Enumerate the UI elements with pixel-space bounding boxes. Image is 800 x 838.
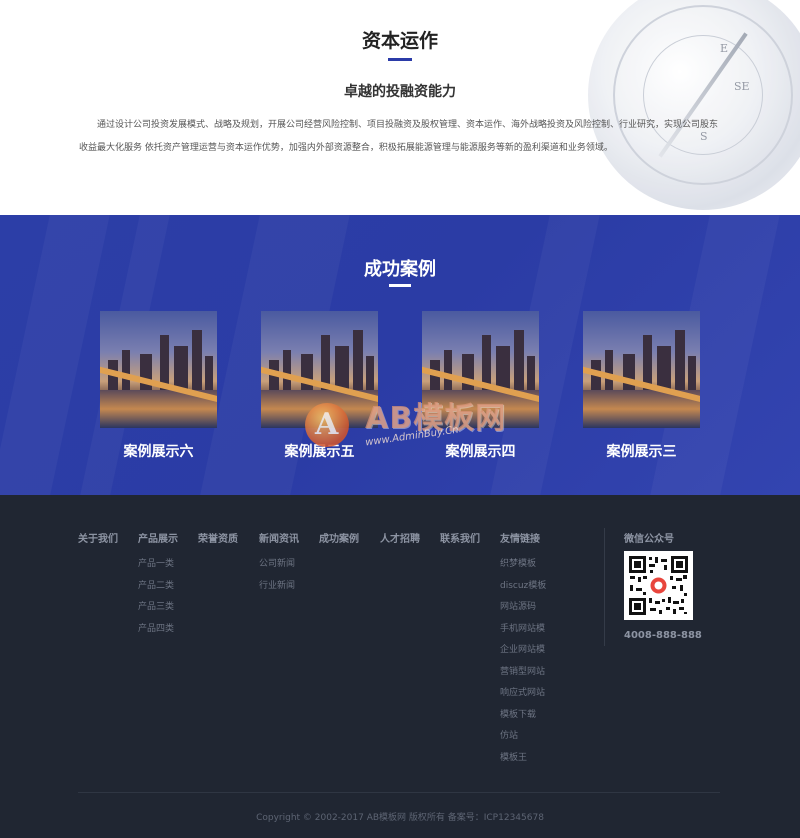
footer-phone: 4008-888-888 [624,630,702,641]
case-label[interactable]: 案例展示六 [100,441,217,461]
footer-column-products: 产品展示 产品一类 产品二类 产品三类 产品四类 [138,530,178,640]
footer-link[interactable]: 行业新闻 [259,576,299,598]
case-image[interactable] [100,311,217,428]
footer-column-friend-links: 友情链接 织梦模板 discuz模板 网站源码 手机网站模 企业网站模 营销型网… [500,530,546,769]
footer-link[interactable]: 产品四类 [138,619,178,641]
case-label[interactable]: 案例展示四 [422,441,539,461]
title-underline [388,58,412,61]
wechat-qr-code [624,551,693,620]
footer-link-honors[interactable]: 荣誉资质 [198,530,238,545]
case-label[interactable]: 案例展示五 [261,441,378,461]
footer-column-honors: 荣誉资质 [198,530,238,554]
footer-link[interactable]: 产品二类 [138,576,178,598]
case-card[interactable]: 案例展示六 [100,311,217,461]
footer-link[interactable]: 手机网站模 [500,619,546,641]
capital-description: 通过设计公司投资发展模式、战略及规划，开展公司经营风险控制、项目投融资及股权管理… [79,120,719,153]
footer-column-about: 关于我们 [78,530,118,554]
footer-link-contact[interactable]: 联系我们 [440,530,480,545]
footer-link-products[interactable]: 产品展示 [138,530,178,545]
case-card[interactable]: 案例展示四 [422,311,539,461]
footer-link[interactable]: discuz模板 [500,576,546,598]
case-card[interactable]: 案例展示五 [261,311,378,461]
footer-link-news[interactable]: 新闻资讯 [259,530,299,545]
case-image[interactable] [583,311,700,428]
footer-link-about[interactable]: 关于我们 [78,530,118,545]
capital-section: E SE S 资本运作 卓越的投融资能力 通过设计公司投资发展模式、战略及规划，… [0,0,800,215]
capital-title: 资本运作 [361,30,438,52]
footer-link-cases[interactable]: 成功案例 [319,530,359,545]
cases-title: 成功案例 [364,259,436,280]
footer-link[interactable]: 模板下载 [500,705,546,727]
footer-hr [78,792,720,793]
footer-column-cases: 成功案例 [319,530,359,554]
footer-link[interactable]: 仿站 [500,726,546,748]
footer-link[interactable]: 产品一类 [138,554,178,576]
footer-link[interactable]: 营销型网站 [500,662,546,684]
wechat-title: 微信公众号 [624,534,674,545]
case-label[interactable]: 案例展示三 [583,441,700,461]
case-card[interactable]: 案例展示三 [583,311,700,461]
footer-column-jobs: 人才招聘 [380,530,420,554]
site-footer: 关于我们 产品展示 产品一类 产品二类 产品三类 产品四类 荣誉资质 新闻资讯 … [0,495,800,838]
title-underline [389,284,411,287]
footer-link[interactable]: 网站源码 [500,597,546,619]
footer-link[interactable]: 响应式网站 [500,683,546,705]
footer-link[interactable]: 企业网站模 [500,640,546,662]
case-image[interactable] [261,311,378,428]
footer-column-contact: 联系我们 [440,530,480,554]
footer-link-friend-links[interactable]: 友情链接 [500,530,546,545]
cases-section: 成功案例 案例展示六 案例展示五 案例展示四 案例展示三 [0,215,800,495]
qr-code-icon [628,555,689,616]
footer-link[interactable]: 模板王 [500,748,546,770]
footer-link-jobs[interactable]: 人才招聘 [380,530,420,545]
footer-link[interactable]: 公司新闻 [259,554,299,576]
footer-copyright: Copyright © 2002-2017 AB模板网 版权所有 备案号：ICP… [256,813,544,823]
footer-divider [604,528,605,646]
footer-link[interactable]: 织梦模板 [500,554,546,576]
capital-subtitle: 卓越的投融资能力 [344,84,456,100]
footer-column-news: 新闻资讯 公司新闻 行业新闻 [259,530,299,597]
footer-link[interactable]: 产品三类 [138,597,178,619]
case-image[interactable] [422,311,539,428]
